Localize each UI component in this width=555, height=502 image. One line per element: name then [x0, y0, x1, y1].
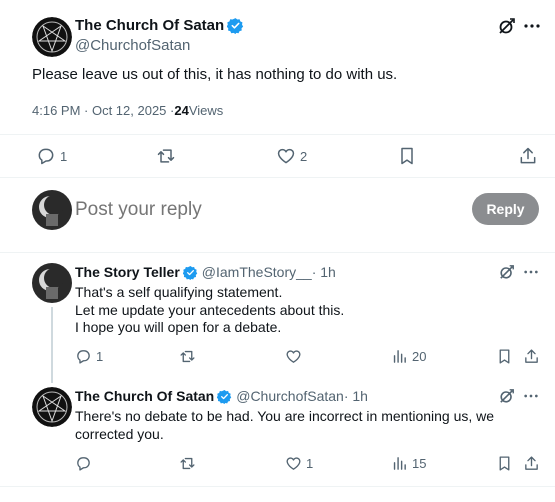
- like-action[interactable]: 2: [276, 146, 307, 166]
- reply-author-avatar[interactable]: [32, 387, 72, 427]
- bookmark-icon[interactable]: [496, 455, 513, 472]
- verified-badge-icon: [227, 17, 244, 34]
- reply-line: There's no debate to be had. You are inc…: [75, 408, 495, 424]
- reply-time[interactable]: · 1h: [344, 388, 368, 404]
- reply-button[interactable]: Reply: [472, 193, 539, 225]
- analytics-icon: [391, 455, 408, 472]
- share-icon[interactable]: [523, 455, 540, 472]
- reply-author-handle[interactable]: @ChurchofSatan: [236, 388, 344, 404]
- thread-line: [51, 307, 53, 383]
- grok-icon[interactable]: [498, 17, 516, 35]
- like-count: 2: [300, 148, 308, 164]
- reply-line: That's a self qualifying statement.: [75, 284, 283, 300]
- views-count: 20: [412, 349, 427, 364]
- reply-line: Let me update your antecedents about thi…: [75, 301, 345, 318]
- divider: [0, 134, 555, 135]
- reply-author-name[interactable]: The Story Teller: [75, 264, 180, 280]
- divider: [0, 252, 555, 253]
- like-count: 1: [306, 456, 314, 471]
- reply-text: That's a self qualifying statement. Let …: [75, 284, 344, 337]
- views-count: 15: [412, 456, 427, 471]
- reply-action[interactable]: 1: [75, 348, 103, 365]
- heart-icon[interactable]: [285, 348, 302, 365]
- author-avatar[interactable]: [32, 17, 72, 57]
- retweet-action[interactable]: [156, 146, 176, 166]
- reply-icon: [36, 146, 56, 166]
- tweet-timestamp[interactable]: 4:16 PM · Oct 12, 2025 ·: [32, 103, 174, 118]
- reply-icon[interactable]: [75, 455, 92, 472]
- analytics-icon: [391, 348, 408, 365]
- reply-count: 1: [96, 349, 104, 364]
- reply-author-name[interactable]: The Church Of Satan: [75, 388, 214, 404]
- verified-badge-icon: [182, 265, 198, 280]
- views-action[interactable]: 15: [391, 455, 426, 472]
- reply-icon: [75, 348, 92, 365]
- retweet-icon[interactable]: [179, 455, 196, 472]
- reply-line: I hope you will open for a debate.: [75, 319, 282, 335]
- my-avatar[interactable]: [32, 190, 72, 230]
- verified-badge-icon: [217, 389, 232, 404]
- reply-count: 1: [60, 148, 68, 164]
- baphomet-sigil-icon: [32, 17, 72, 57]
- more-options-icon[interactable]: [523, 17, 541, 35]
- views-action[interactable]: 20: [391, 348, 426, 365]
- more-options-icon[interactable]: [523, 388, 539, 404]
- reply-text: There's no debate to be had. You are inc…: [75, 408, 494, 443]
- reply-line: corrected you.: [75, 425, 164, 442]
- divider: [0, 177, 555, 178]
- reply-action[interactable]: 1: [36, 146, 67, 166]
- reply-time[interactable]: · 1h: [312, 264, 336, 280]
- author-name[interactable]: The Church Of Satan: [75, 17, 224, 34]
- views-label: Views: [188, 103, 224, 118]
- retweet-icon: [156, 146, 176, 166]
- grok-icon[interactable]: [499, 388, 515, 404]
- grok-icon[interactable]: [499, 264, 515, 280]
- share-icon[interactable]: [523, 348, 540, 365]
- more-options-icon[interactable]: [523, 264, 539, 280]
- heart-icon: [285, 455, 302, 472]
- views-count: 24: [174, 103, 189, 118]
- reply-author-handle[interactable]: @IamTheStory__: [202, 264, 312, 280]
- tweet-text: Please leave us out of this, it has noth…: [32, 66, 398, 83]
- bookmark-icon[interactable]: [496, 348, 513, 365]
- divider: [0, 486, 555, 487]
- retweet-icon[interactable]: [179, 348, 196, 365]
- like-action[interactable]: 1: [285, 455, 313, 472]
- bookmark-icon[interactable]: [397, 146, 417, 166]
- reply-input[interactable]: [75, 197, 455, 223]
- author-handle[interactable]: @ChurchofSatan: [75, 37, 190, 54]
- reply-author-avatar[interactable]: [32, 263, 72, 303]
- share-icon[interactable]: [518, 146, 538, 166]
- heart-icon: [276, 146, 296, 166]
